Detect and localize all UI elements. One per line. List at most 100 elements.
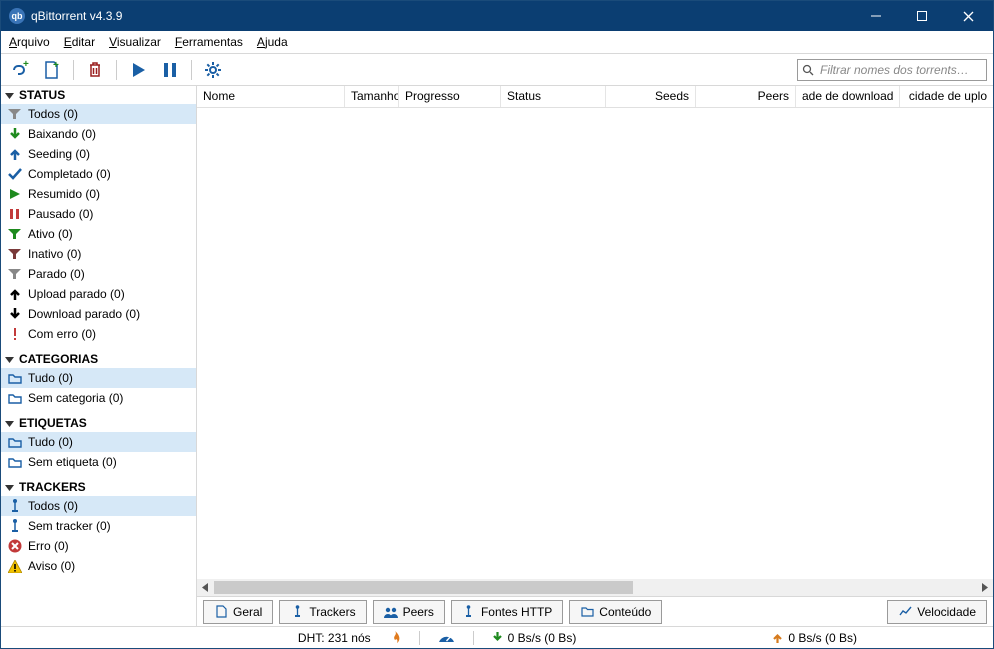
- status-completado[interactable]: Completado (0): [1, 164, 196, 184]
- content-area: Nome Tamanho Progresso Status Seeds Peer…: [197, 86, 993, 626]
- pause-red-icon: [7, 207, 22, 222]
- scroll-left-icon[interactable]: [197, 579, 214, 596]
- bottom-tab-bar: Geral Trackers Peers Fontes HTTP Conteúd…: [197, 596, 993, 626]
- close-button[interactable]: [945, 1, 991, 31]
- section-status-label: STATUS: [19, 88, 65, 102]
- tab-geral[interactable]: Geral: [203, 600, 273, 624]
- status-speed-limits[interactable]: [438, 632, 455, 643]
- resume-button[interactable]: [125, 57, 151, 83]
- section-trackers[interactable]: TRACKERS: [1, 478, 196, 496]
- svg-text:+: +: [23, 60, 29, 70]
- status-upload-speed[interactable]: 0 Bs/s (0 Bs): [772, 631, 857, 645]
- categoria-sem[interactable]: Sem categoria (0): [1, 388, 196, 408]
- status-ativo[interactable]: Ativo (0): [1, 224, 196, 244]
- exclaim-icon: [7, 327, 22, 342]
- gear-icon: [204, 61, 222, 79]
- pause-button[interactable]: [157, 57, 183, 83]
- pause-icon: [161, 61, 179, 79]
- status-pausado[interactable]: Pausado (0): [1, 204, 196, 224]
- menu-ajuda[interactable]: Ajuda: [257, 35, 288, 49]
- search-icon: [802, 64, 814, 76]
- col-peers[interactable]: Peers: [696, 86, 796, 107]
- menu-arquivo[interactable]: Arquivo: [9, 35, 50, 49]
- add-file-button[interactable]: +: [39, 57, 65, 83]
- status-todos[interactable]: Todos (0): [1, 104, 196, 124]
- tracker-erro[interactable]: Erro (0): [1, 536, 196, 556]
- section-status[interactable]: STATUS: [1, 86, 196, 104]
- tab-velocidade[interactable]: Velocidade: [887, 600, 987, 624]
- col-vel-down[interactable]: ade de download: [796, 86, 900, 107]
- status-com-erro[interactable]: Com erro (0): [1, 324, 196, 344]
- status-download-parado[interactable]: Download parado (0): [1, 304, 196, 324]
- tab-trackers[interactable]: Trackers: [279, 600, 366, 624]
- menu-ferramentas[interactable]: Ferramentas: [175, 35, 243, 49]
- status-parado[interactable]: Parado (0): [1, 264, 196, 284]
- down-arrow-icon: [492, 631, 503, 644]
- chevron-down-icon: [5, 483, 15, 492]
- settings-button[interactable]: [200, 57, 226, 83]
- tracker-sem[interactable]: Sem tracker (0): [1, 516, 196, 536]
- statusbar: DHT: 231 nós 0 Bs/s (0 Bs) 0 Bs/s (0 Bs): [1, 626, 993, 648]
- menu-editar[interactable]: Editar: [64, 35, 95, 49]
- status-firewall[interactable]: [389, 631, 401, 644]
- chevron-down-icon: [5, 419, 15, 428]
- status-baixando[interactable]: Baixando (0): [1, 124, 196, 144]
- tracker-todos[interactable]: Todos (0): [1, 496, 196, 516]
- peers-icon: [384, 605, 398, 619]
- search-input[interactable]: [818, 62, 982, 78]
- section-categorias[interactable]: CATEGORIAS: [1, 350, 196, 368]
- col-tamanho[interactable]: Tamanho: [345, 86, 399, 107]
- col-nome[interactable]: Nome: [197, 86, 345, 107]
- maximize-button[interactable]: [899, 1, 945, 31]
- filter-icon: [7, 107, 22, 122]
- col-vel-up[interactable]: cidade de uplo: [900, 86, 993, 107]
- network-icon: [462, 605, 476, 619]
- status-seeding[interactable]: Seeding (0): [1, 144, 196, 164]
- section-etiquetas[interactable]: ETIQUETAS: [1, 414, 196, 432]
- etiqueta-tudo[interactable]: Tudo (0): [1, 432, 196, 452]
- chart-icon: [898, 605, 912, 619]
- warning-icon: [7, 559, 22, 574]
- categoria-tudo[interactable]: Tudo (0): [1, 368, 196, 388]
- scroll-right-icon[interactable]: [976, 579, 993, 596]
- folder-icon: [7, 455, 22, 470]
- status-dht[interactable]: DHT: 231 nós: [298, 631, 371, 645]
- col-seeds[interactable]: Seeds: [606, 86, 696, 107]
- tab-peers[interactable]: Peers: [373, 600, 445, 624]
- scroll-thumb[interactable]: [214, 581, 633, 594]
- filter-icon: [7, 247, 22, 262]
- window-title: qBittorrent v4.3.9: [31, 9, 122, 23]
- down-arrow-icon: [7, 127, 22, 142]
- status-resumido[interactable]: Resumido (0): [1, 184, 196, 204]
- folder-icon: [580, 605, 594, 619]
- status-download-speed[interactable]: 0 Bs/s (0 Bs): [492, 631, 577, 645]
- svg-text:+: +: [53, 60, 59, 71]
- flame-icon: [389, 631, 401, 644]
- status-inativo[interactable]: Inativo (0): [1, 244, 196, 264]
- torrent-list[interactable]: [197, 108, 993, 579]
- delete-button[interactable]: [82, 57, 108, 83]
- col-status[interactable]: Status: [501, 86, 606, 107]
- section-trackers-label: TRACKERS: [19, 480, 86, 494]
- network-icon: [290, 605, 304, 619]
- scroll-track[interactable]: [214, 579, 976, 596]
- col-progresso[interactable]: Progresso: [399, 86, 501, 107]
- etiqueta-sem[interactable]: Sem etiqueta (0): [1, 452, 196, 472]
- chevron-down-icon: [5, 91, 15, 100]
- status-upload-parado[interactable]: Upload parado (0): [1, 284, 196, 304]
- horizontal-scrollbar[interactable]: [197, 579, 993, 596]
- tab-conteudo[interactable]: Conteúdo: [569, 600, 662, 624]
- link-icon: +: [10, 60, 30, 80]
- menu-visualizar[interactable]: Visualizar: [109, 35, 161, 49]
- folder-icon: [7, 371, 22, 386]
- up-arrow-icon: [7, 147, 22, 162]
- search-box[interactable]: [797, 59, 987, 81]
- tab-fontes-http[interactable]: Fontes HTTP: [451, 600, 563, 624]
- menubar: Arquivo Editar Visualizar Ferramentas Aj…: [1, 31, 993, 54]
- add-link-button[interactable]: +: [7, 57, 33, 83]
- minimize-button[interactable]: [853, 1, 899, 31]
- tracker-aviso[interactable]: Aviso (0): [1, 556, 196, 576]
- titlebar: qb qBittorrent v4.3.9: [1, 1, 993, 31]
- column-headers[interactable]: Nome Tamanho Progresso Status Seeds Peer…: [197, 86, 993, 108]
- doc-icon: [214, 605, 228, 619]
